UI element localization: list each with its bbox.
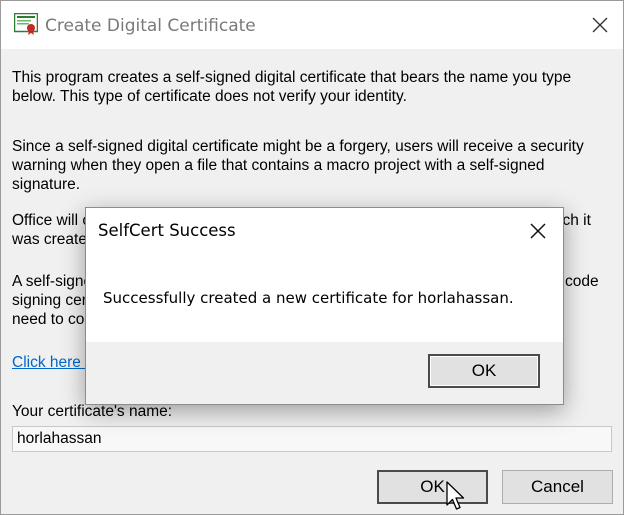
intro-paragraph: This program creates a self-signed digit…	[12, 68, 612, 106]
close-icon[interactable]	[523, 217, 553, 245]
text-fragment: A self-signe	[12, 273, 93, 290]
certificate-icon	[14, 13, 38, 35]
dialog-ok-button[interactable]: OK	[428, 354, 540, 388]
certificate-name-input[interactable]	[12, 426, 612, 452]
text-line: signature.	[12, 176, 81, 193]
title-bar: Create Digital Certificate	[1, 1, 623, 49]
selfcert-success-dialog: SelfCert Success Successfully created a …	[85, 207, 564, 405]
certificate-name-label: Your certificate's name:	[12, 403, 173, 420]
text-line: This program creates a self-signed digit…	[12, 69, 572, 86]
window-title: Create Digital Certificate	[45, 16, 256, 36]
text-fragment: code	[565, 273, 599, 290]
cancel-button[interactable]: Cancel	[502, 470, 613, 504]
ok-button[interactable]: OK	[377, 470, 488, 504]
text-line: below. This type of certificate does not…	[12, 88, 407, 105]
success-message: Successfully created a new certificate f…	[103, 289, 514, 307]
dialog-title: SelfCert Success	[98, 221, 236, 240]
text-fragment: Office will c	[12, 212, 91, 229]
forgery-warning-paragraph: Since a self-signed digital certificate …	[12, 137, 612, 194]
close-icon[interactable]	[585, 11, 615, 39]
help-link[interactable]: Click here f	[12, 354, 90, 371]
text-line: Since a self-signed digital certificate …	[12, 138, 584, 155]
mouse-pointer-icon	[446, 481, 465, 510]
text-line: warning when they open a file that conta…	[12, 157, 545, 174]
dialog-footer: OK	[86, 342, 563, 404]
